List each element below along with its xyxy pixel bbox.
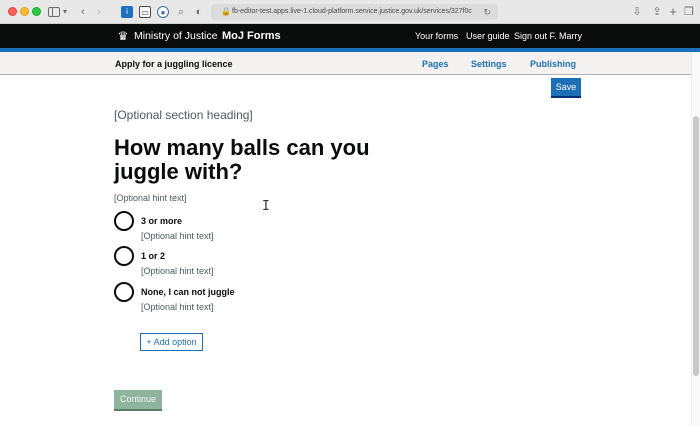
nav-user-guide[interactable]: User guide xyxy=(466,30,510,42)
radio-option-2-label[interactable]: 1 or 2 xyxy=(141,250,165,262)
tab-settings[interactable]: Settings xyxy=(471,58,507,70)
address-bar[interactable]: 🔒 fb-editor-test.apps.live-1.cloud-platf… xyxy=(211,4,498,20)
question-hint[interactable]: [Optional hint text] xyxy=(114,192,187,204)
new-tab-icon[interactable]: + xyxy=(668,5,678,19)
zoom-window-button[interactable] xyxy=(32,7,41,16)
royal-crest-icon: ♛ xyxy=(117,29,129,43)
browser-toolbar: ▾ ‹ › i ▭ ● ⌕ ◐ 🔒 fb-editor-test.apps.li… xyxy=(0,0,700,24)
radio-option-3-label[interactable]: None, I can not juggle xyxy=(141,286,235,298)
extension-window-icon[interactable]: ▭ xyxy=(139,6,151,18)
extension-info-icon[interactable]: i xyxy=(121,6,133,18)
download-icon[interactable]: ⇩ xyxy=(632,5,642,19)
radio-option-3-hint[interactable]: [Optional hint text] xyxy=(141,301,214,313)
question-heading[interactable]: How many balls can you juggle with? xyxy=(114,136,384,184)
text-cursor-icon: I xyxy=(262,199,270,214)
reload-icon[interactable]: ↻ xyxy=(483,6,491,18)
close-window-button[interactable] xyxy=(8,7,17,16)
organisation-name[interactable]: Ministry of Justice xyxy=(134,29,217,43)
tab-pages[interactable]: Pages xyxy=(422,58,449,70)
lock-icon: 🔒 xyxy=(221,7,231,16)
tab-publishing[interactable]: Publishing xyxy=(530,58,576,70)
minimize-window-button[interactable] xyxy=(20,7,29,16)
site-header: ♛ Ministry of Justice MoJ Forms Your for… xyxy=(0,24,700,48)
radio-option-3[interactable] xyxy=(114,282,134,302)
save-button[interactable]: Save xyxy=(551,78,581,96)
tab-overview-icon[interactable]: ❐ xyxy=(684,5,694,19)
extension-search-icon[interactable]: ⌕ xyxy=(175,6,187,18)
page-scrollbar[interactable] xyxy=(691,52,700,425)
radio-option-2[interactable] xyxy=(114,246,134,266)
back-icon[interactable]: ‹ xyxy=(78,5,88,19)
url-text[interactable]: fb-editor-test.apps.live-1.cloud-platfor… xyxy=(232,6,472,18)
nav-sign-out[interactable]: Sign out F. Marry xyxy=(514,30,582,42)
nav-your-forms[interactable]: Your forms xyxy=(415,30,458,42)
service-name[interactable]: MoJ Forms xyxy=(222,29,281,43)
share-icon[interactable]: ⇪ xyxy=(652,5,662,19)
sidebar-icon[interactable] xyxy=(48,5,60,19)
extension-circle-icon[interactable]: ● xyxy=(157,6,169,18)
radio-option-1-hint[interactable]: [Optional hint text] xyxy=(141,230,214,242)
radio-option-2-hint[interactable]: [Optional hint text] xyxy=(141,265,214,277)
section-heading[interactable]: [Optional section heading] xyxy=(114,108,253,122)
add-option-button[interactable]: + Add option xyxy=(140,333,203,351)
radio-option-1[interactable] xyxy=(114,211,134,231)
form-subnav: Apply for a juggling licence Pages Setti… xyxy=(0,52,700,75)
continue-button[interactable]: Continue xyxy=(114,390,162,409)
radio-option-1-label[interactable]: 3 or more xyxy=(141,215,182,227)
chevron-down-icon[interactable]: ▾ xyxy=(61,5,69,19)
form-title: Apply for a juggling licence xyxy=(115,59,233,69)
forward-icon[interactable]: › xyxy=(94,5,104,19)
extension-shield-icon[interactable]: ◐ xyxy=(193,6,205,18)
scrollbar-thumb[interactable] xyxy=(693,116,699,376)
